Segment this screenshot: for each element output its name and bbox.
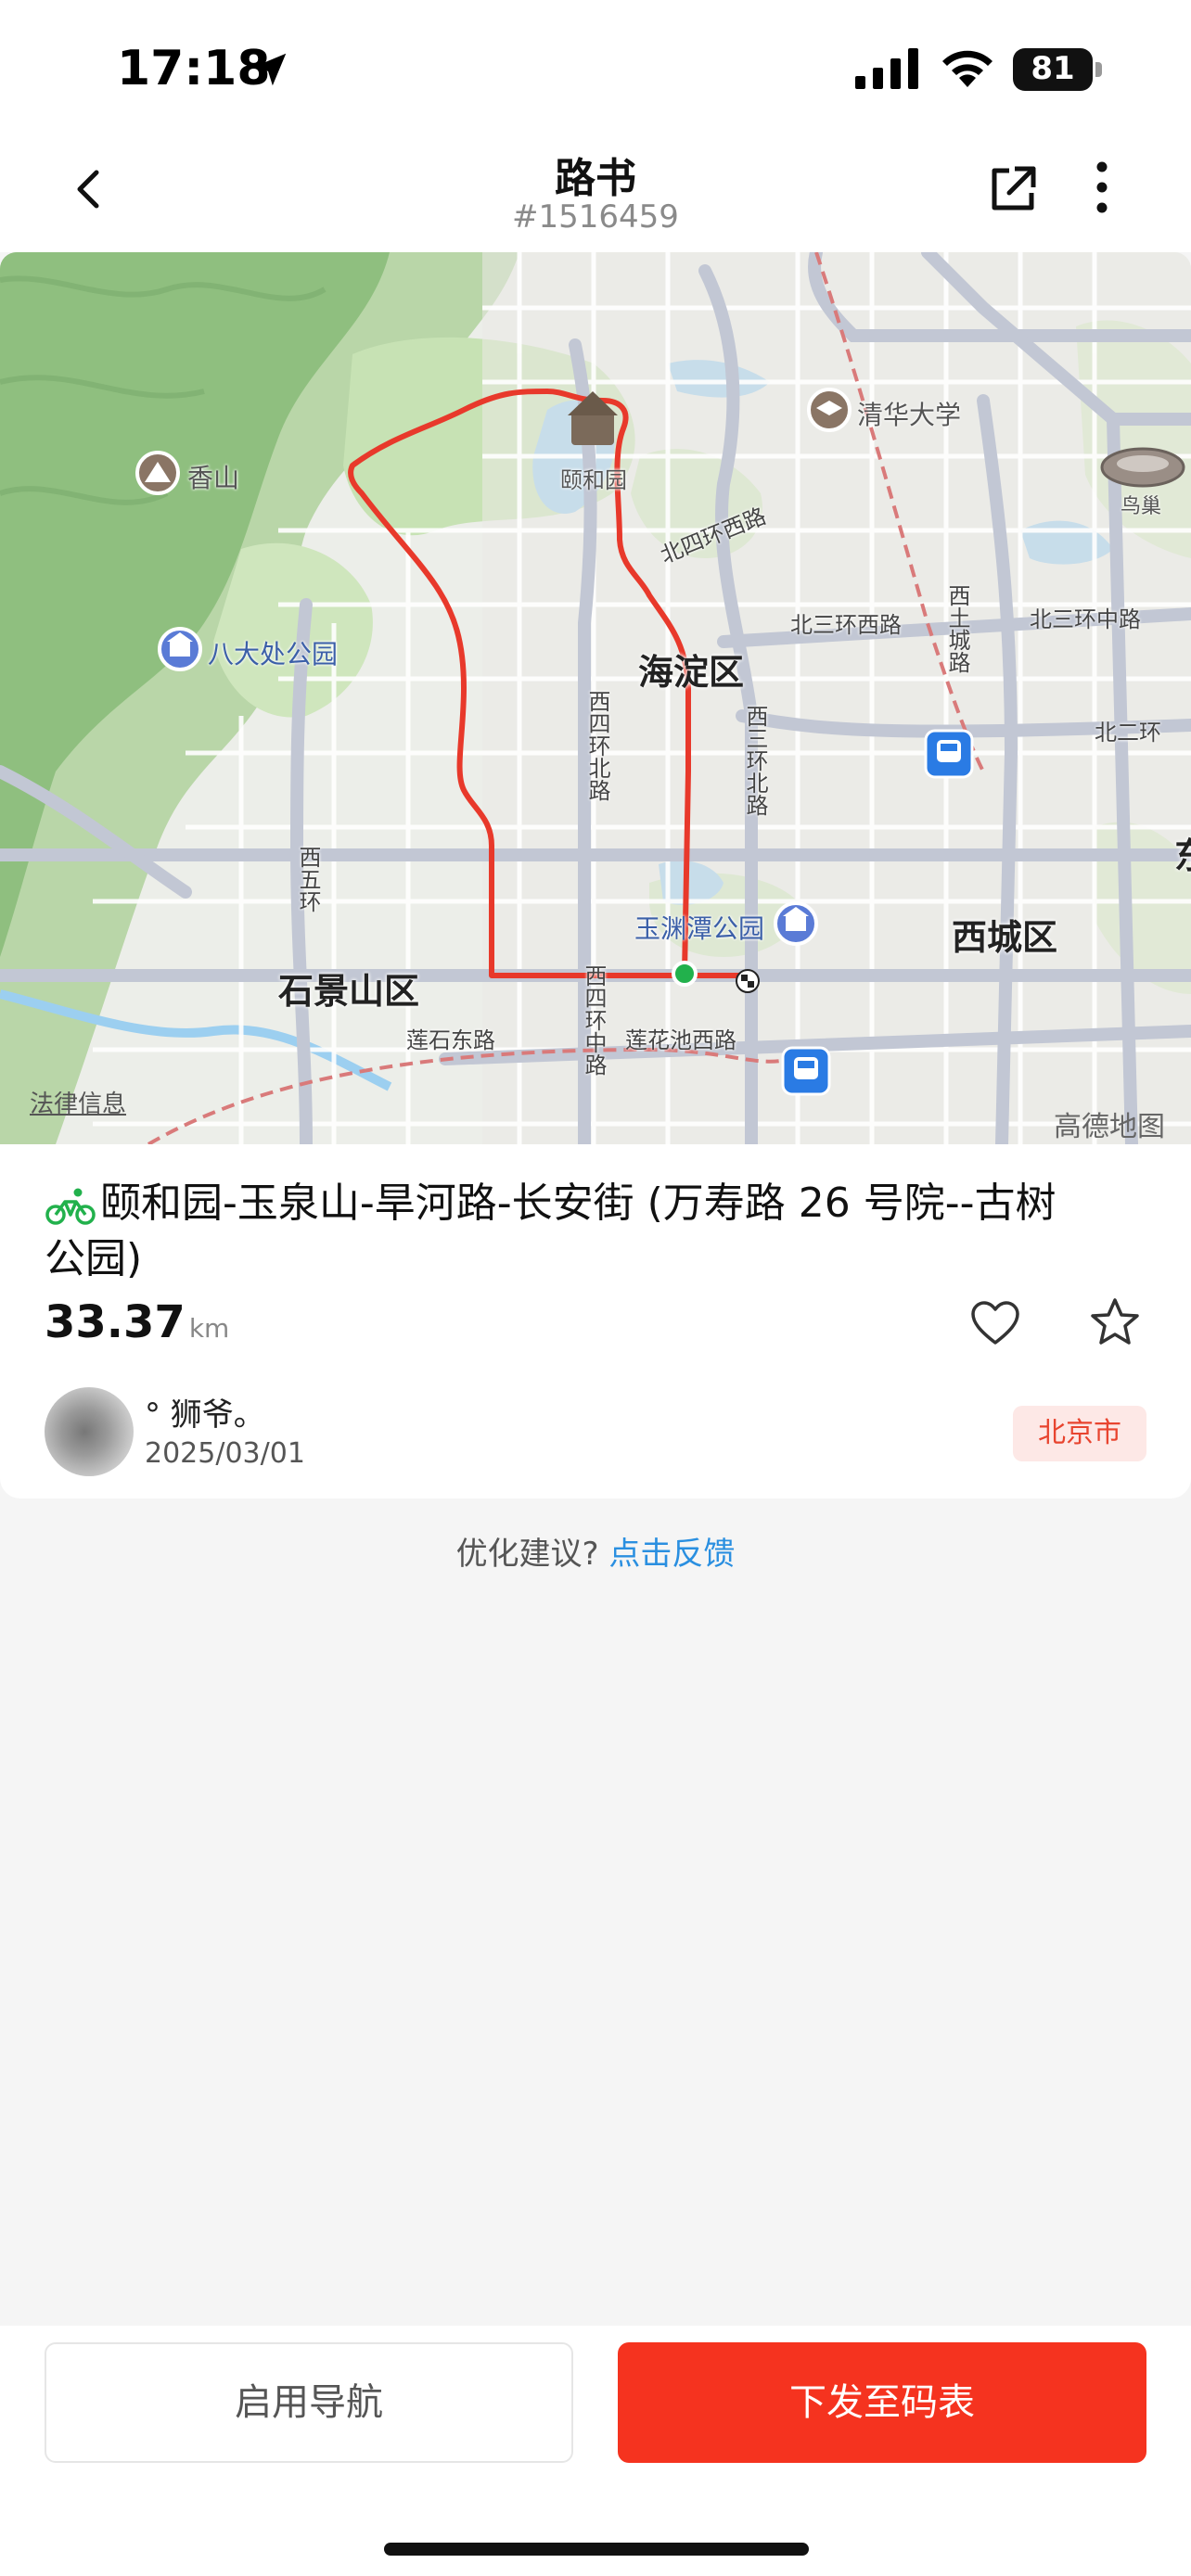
district-label-edge: 东 — [1174, 827, 1191, 878]
map-provider-logo: 高德地图 — [1054, 1112, 1165, 1142]
road-label: 西四环中路 — [581, 964, 606, 1076]
status-time: 17:18 — [117, 41, 271, 96]
route-distance: 33.37 km — [45, 1296, 229, 1348]
road-label: 北三环中路 — [1030, 607, 1141, 632]
wifi-icon — [942, 50, 992, 87]
road-label: 北二环 — [1095, 721, 1161, 746]
nav-bar: 路书 #1516459 — [0, 139, 1191, 252]
road-label: 莲石东路 — [406, 1028, 495, 1053]
metro-icon-south — [781, 1046, 831, 1096]
poi-label-birds-nest: 鸟巢 — [1121, 494, 1162, 517]
location-arrow-icon — [253, 53, 287, 86]
route-finish-marker — [736, 969, 760, 993]
road-label: 西三环北路 — [742, 705, 767, 816]
road-label: 西五环 — [295, 846, 320, 912]
send-to-device-button[interactable]: 下发至码表 — [618, 2342, 1146, 2463]
route-title: 颐和园-玉泉山-旱河路-长安街 (万寿路 26 号院--古树公园) — [45, 1180, 1057, 1282]
route-info-card: 颐和园-玉泉山-旱河路-长安街 (万寿路 26 号院--古树公园) 33.37 k… — [0, 1144, 1191, 1498]
more-vertical-icon[interactable] — [1085, 159, 1119, 215]
metro-icon — [924, 729, 974, 779]
birds-nest-poi-icon — [1100, 447, 1185, 488]
author-name[interactable]: ° 狮爷。 — [145, 1389, 265, 1435]
city-badge: 北京市 — [1013, 1406, 1146, 1461]
road-label: 北三环西路 — [790, 613, 902, 638]
road-label: 西土城路 — [944, 584, 969, 673]
poi-label-tsinghua: 清华大学 — [857, 401, 962, 429]
route-start-marker — [672, 961, 698, 987]
poi-label-badachu: 八大处公园 — [208, 640, 339, 669]
legal-info-link[interactable]: 法律信息 — [30, 1085, 126, 1119]
cellular-signal-icon — [855, 48, 918, 89]
district-label-haidian: 海淀区 — [638, 654, 745, 693]
poi-label-xiangshan: 香山 — [187, 464, 240, 492]
favorite-star-icon[interactable] — [1089, 1296, 1141, 1348]
home-indicator[interactable] — [384, 2543, 809, 2556]
start-navigation-button[interactable]: 启用导航 — [45, 2342, 573, 2463]
road-label: 西四环北路 — [584, 690, 609, 801]
author-avatar[interactable] — [45, 1387, 134, 1476]
feedback-row: 优化建议? 点击反馈 — [0, 1528, 1191, 1574]
feedback-prompt: 优化建议? — [455, 1536, 599, 1573]
status-bar: 17:18 81 — [0, 0, 1191, 139]
like-heart-icon[interactable] — [970, 1300, 1020, 1346]
route-distance-value: 33.37 — [45, 1296, 186, 1348]
route-distance-unit: km — [188, 1313, 230, 1344]
bottom-action-bar: 启用导航 下发至码表 — [0, 2326, 1191, 2576]
route-date: 2025/03/01 — [145, 1437, 305, 1470]
district-label-xicheng: 西城区 — [952, 919, 1058, 958]
feedback-link[interactable]: 点击反馈 — [608, 1536, 735, 1573]
route-map[interactable]: 海淀区 西城区 石景山区 香山 颐和园 清华大学 八大处公园 玉渊潭公园 鸟巢 … — [0, 252, 1191, 1144]
district-label-shijingshan: 石景山区 — [278, 973, 420, 1012]
battery-icon: 81 — [1013, 48, 1102, 91]
poi-label-yiheyuan: 颐和园 — [560, 468, 627, 493]
battery-level: 81 — [1031, 50, 1075, 87]
poi-label-yuyuantan: 玉渊潭公园 — [634, 914, 765, 943]
road-label: 莲花池西路 — [625, 1028, 736, 1053]
share-icon[interactable] — [987, 163, 1039, 215]
